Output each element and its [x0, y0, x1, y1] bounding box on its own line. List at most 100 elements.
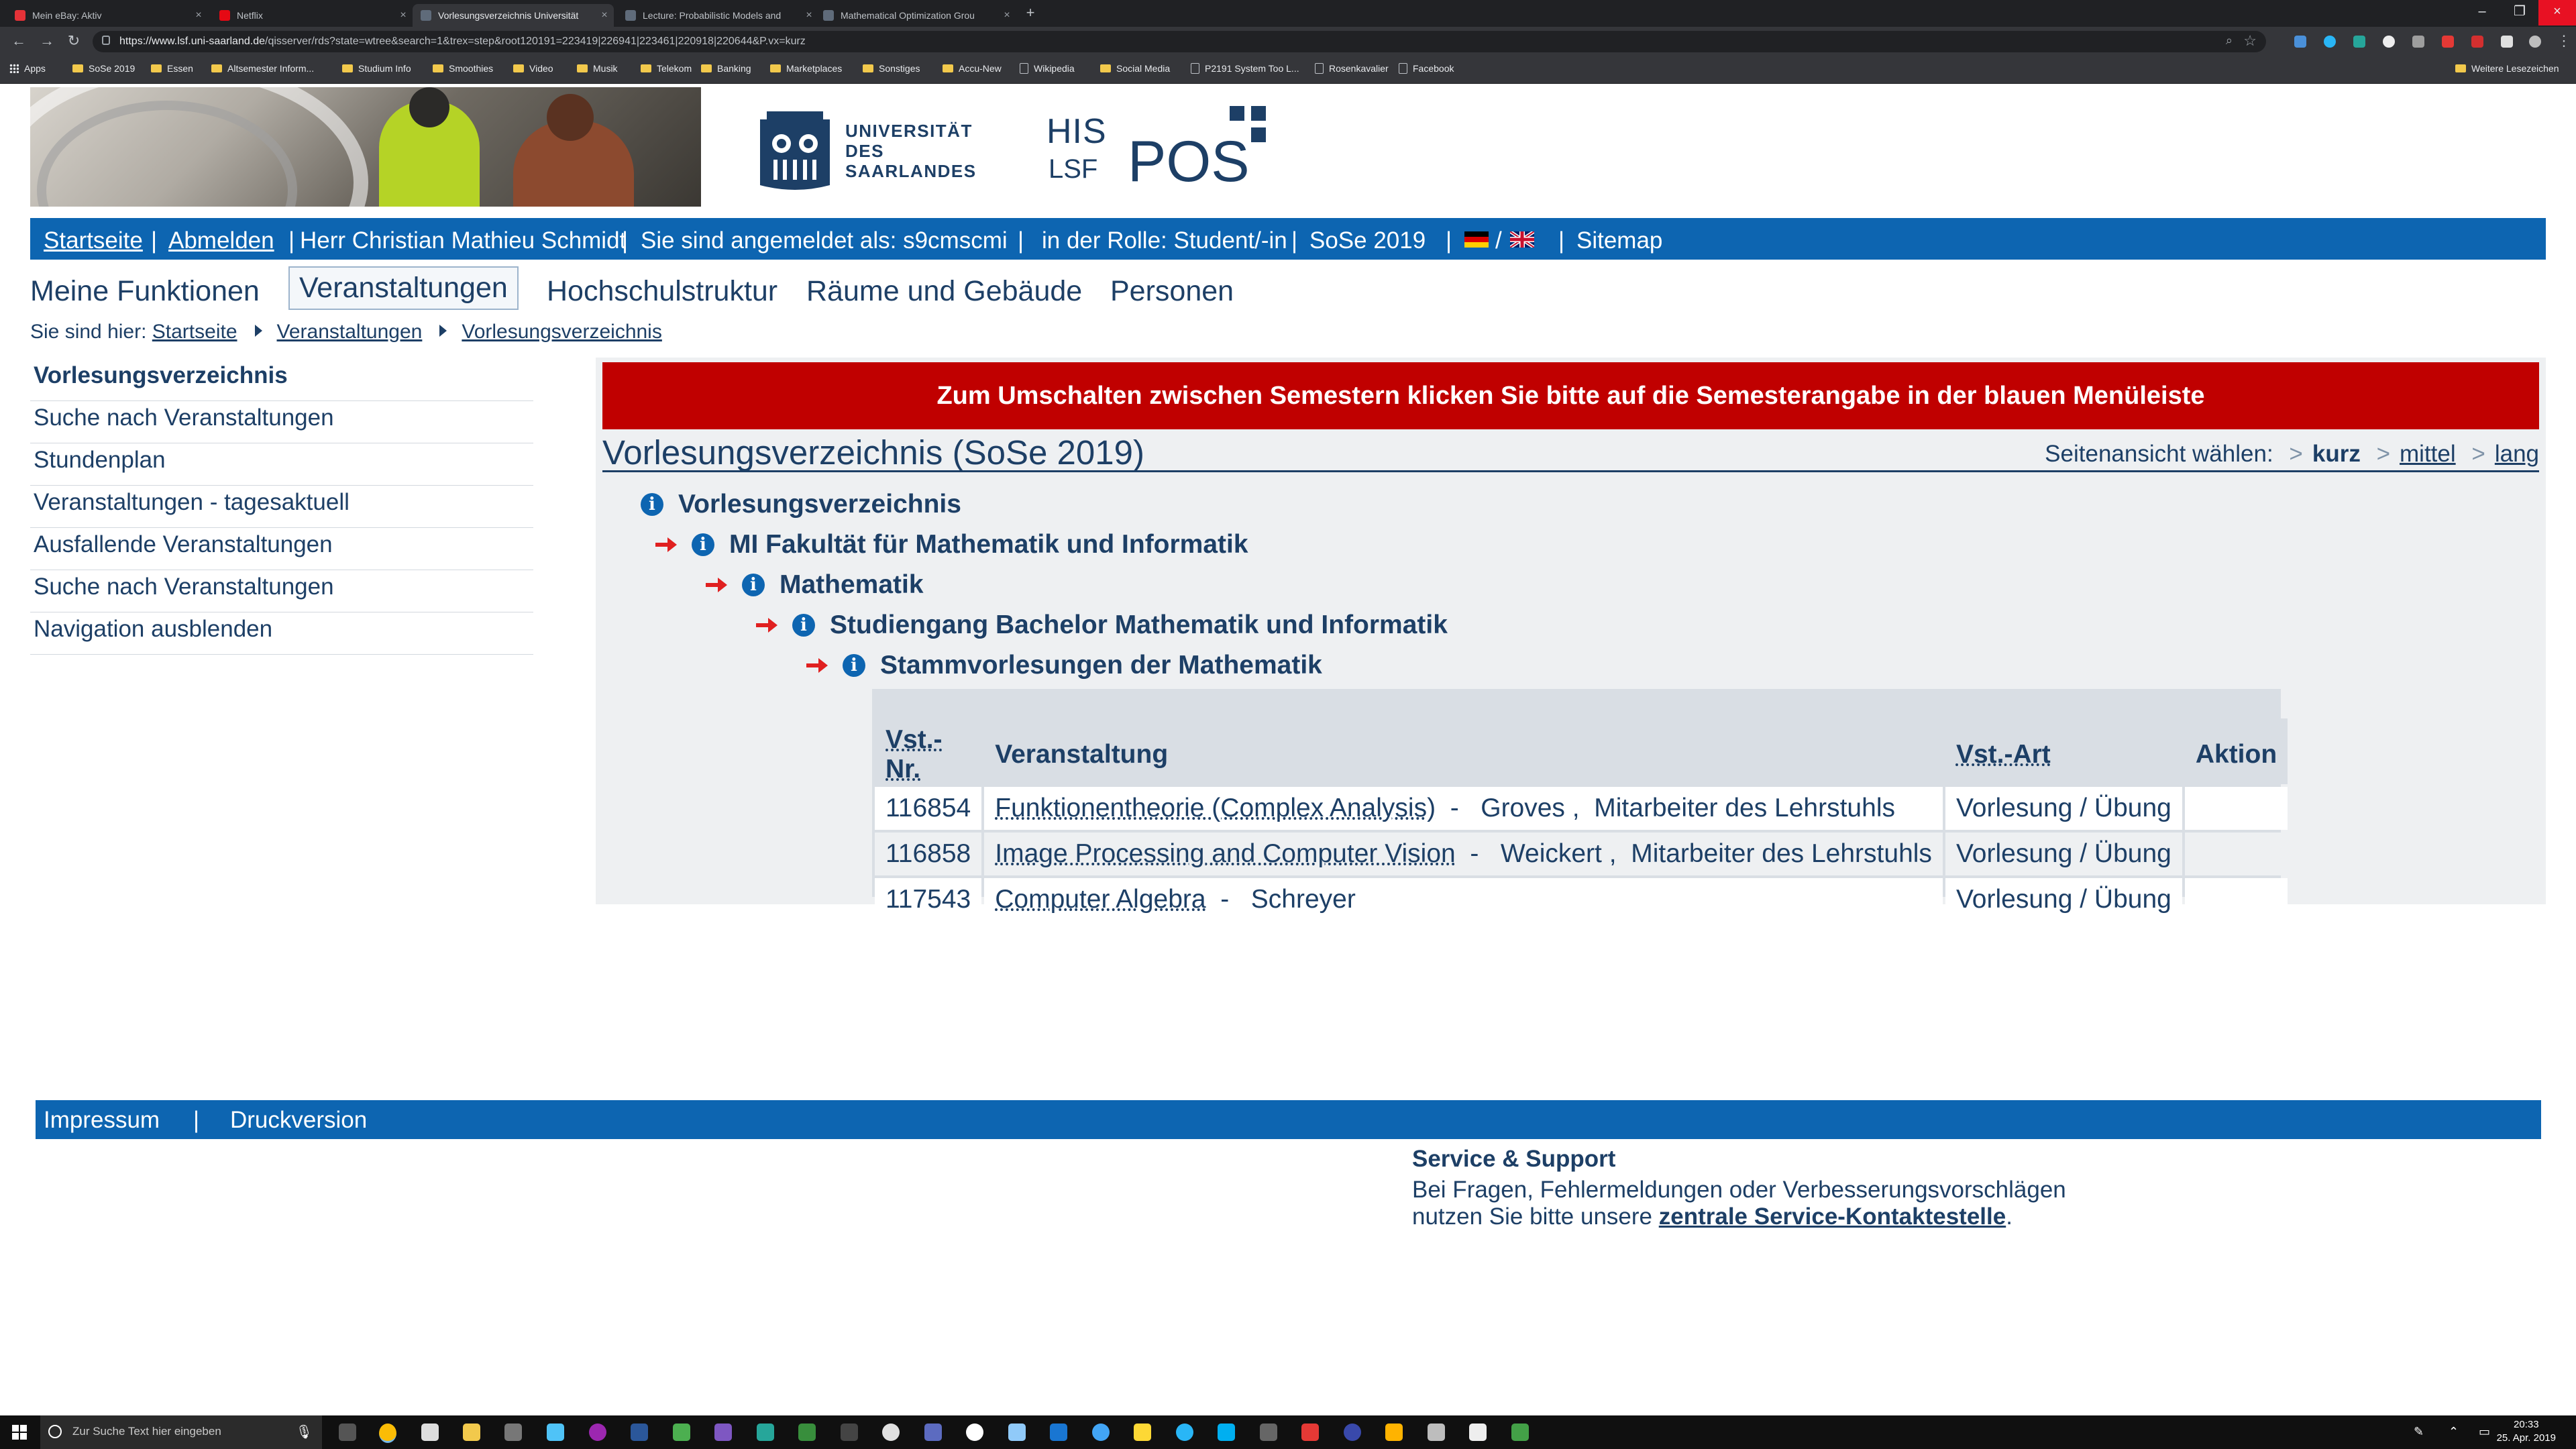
app-icon[interactable] [504, 1424, 522, 1441]
tree-node[interactable]: i Vorlesungsverzeichnis [641, 490, 961, 519]
sitemap-link[interactable]: Sitemap [1576, 227, 1662, 254]
tree-node-label[interactable]: Studiengang Bachelor Mathematik und Info… [830, 610, 1448, 640]
bookmark-folder[interactable]: Accu-New [943, 63, 1002, 74]
german-flag-icon[interactable] [1464, 231, 1489, 248]
browser-tab[interactable]: Lecture: Probabilistic Models and × [617, 4, 818, 27]
column-header[interactable]: Vst.-Art [1945, 718, 2182, 784]
impressum-link[interactable]: Impressum [44, 1107, 160, 1134]
startseite-link[interactable]: Startseite [44, 227, 143, 254]
close-window-icon[interactable]: × [2538, 0, 2576, 25]
app-icon[interactable] [798, 1424, 816, 1441]
bookmark-folder[interactable]: Banking [701, 63, 751, 74]
forward-arrow-icon[interactable]: → [36, 31, 58, 52]
bookmark-folder[interactable]: Video [513, 63, 553, 74]
address-bar[interactable]: https://www.lsf.uni-saarland.de/qisserve… [93, 31, 2266, 52]
uk-flag-icon[interactable] [1510, 231, 1534, 248]
calculator-icon[interactable] [1469, 1424, 1487, 1441]
column-header[interactable]: Vst.-Nr. [875, 718, 982, 784]
semester-switch-link[interactable]: SoSe 2019 [1309, 227, 1426, 254]
tab-close-icon[interactable]: × [595, 9, 614, 21]
taskbar-search-box[interactable]: Zur Suche Text hier eingeben 🎙 [40, 1415, 322, 1449]
column-header-label[interactable]: Vst.-Nr. [885, 725, 943, 784]
bookmark-folder[interactable]: Musik [577, 63, 618, 74]
sidebar-item-vorlesungsverzeichnis[interactable]: Vorlesungsverzeichnis [30, 359, 533, 401]
extension-icon[interactable] [2294, 36, 2306, 48]
new-tab-plus-icon[interactable]: + [1020, 4, 1041, 24]
tree-node-label[interactable]: Mathematik [780, 570, 924, 600]
breadcrumb-vorlesungsverzeichnis[interactable]: Vorlesungsverzeichnis [462, 321, 662, 343]
view-option-mittel[interactable]: mittel [2400, 441, 2456, 467]
skype-icon[interactable] [1218, 1424, 1235, 1441]
url-text[interactable]: https://www.lsf.uni-saarland.de/qisserve… [119, 36, 806, 48]
bookmark-apps[interactable]: Apps [9, 63, 46, 74]
menu-dots-icon[interactable]: ⋮ [2553, 31, 2575, 52]
tab-close-icon[interactable]: × [394, 9, 413, 21]
app-icon[interactable] [966, 1424, 983, 1441]
extension-icon[interactable] [2501, 36, 2513, 48]
app-icon[interactable] [1511, 1424, 1529, 1441]
profile-avatar-icon[interactable] [2529, 36, 2541, 48]
tab-close-icon[interactable]: × [189, 9, 208, 21]
service-contact-link[interactable]: zentrale Service-Kontaktestelle [1659, 1203, 2006, 1230]
breadcrumb-startseite[interactable]: Startseite [152, 321, 237, 343]
restore-window-icon[interactable]: ❐ [2501, 0, 2538, 25]
app-icon[interactable] [673, 1424, 690, 1441]
tree-node[interactable]: i Studiengang Bachelor Mathematik und In… [755, 610, 1448, 640]
course-title-link[interactable]: Computer Algebra [995, 885, 1205, 914]
bookmark-page[interactable]: Rosenkavalier [1315, 63, 1389, 74]
sidebar-item-suche[interactable]: Suche nach Veranstaltungen [30, 401, 533, 443]
column-header-label[interactable]: Vst.-Art [1956, 740, 2051, 769]
bookmark-page[interactable]: Wikipedia [1020, 63, 1075, 74]
onenote-icon[interactable] [714, 1424, 732, 1441]
abmelden-link[interactable]: Abmelden [168, 227, 274, 254]
bookmark-folder[interactable]: Essen [151, 63, 193, 74]
app-icon[interactable] [1428, 1424, 1445, 1441]
app-icon[interactable] [841, 1424, 858, 1441]
info-icon[interactable]: i [792, 614, 815, 637]
nav-raeume-und-gebaeude[interactable]: Räume und Gebäude [806, 275, 1082, 308]
app-icon[interactable] [1344, 1424, 1361, 1441]
browser-tab[interactable]: Mathematical Optimization Grou × [815, 4, 1016, 27]
zoom-magnifier-icon[interactable]: ⌕ [2226, 34, 2233, 48]
bookmark-folder[interactable]: Sonstiges [863, 63, 920, 74]
tree-node-label[interactable]: Stammvorlesungen der Mathematik [880, 651, 1322, 680]
bookmark-star-icon[interactable]: ☆ [2243, 32, 2257, 50]
tray-chevron-up-icon[interactable]: ⌃ [2449, 1425, 2459, 1439]
breadcrumb-veranstaltungen[interactable]: Veranstaltungen [277, 321, 423, 343]
tray-pen-icon[interactable]: ✎ [2414, 1425, 2424, 1439]
extension-icon[interactable] [2324, 36, 2336, 48]
bookmark-folder[interactable]: Telekom [641, 63, 692, 74]
app-icon[interactable] [1301, 1424, 1319, 1441]
bookmark-folder[interactable]: Marketplaces [770, 63, 842, 74]
sidebar-item-suche-2[interactable]: Suche nach Veranstaltungen [30, 570, 533, 612]
word-icon[interactable] [631, 1424, 648, 1441]
nav-personen[interactable]: Personen [1110, 275, 1234, 308]
taskbar-clock[interactable]: 20:33 25. Apr. 2019 [2497, 1418, 2556, 1445]
app-icon[interactable] [589, 1424, 606, 1441]
app-icon[interactable] [882, 1424, 900, 1441]
bookmark-folder[interactable]: Social Media [1100, 63, 1170, 74]
app-icon[interactable] [1134, 1424, 1151, 1441]
steam-icon[interactable] [1050, 1424, 1067, 1441]
app-icon[interactable] [757, 1424, 774, 1441]
info-icon[interactable]: i [742, 574, 765, 596]
chrome-icon[interactable] [379, 1424, 396, 1443]
extension-icon[interactable] [2471, 36, 2483, 48]
app-icon[interactable] [1092, 1424, 1110, 1441]
tray-network-icon[interactable]: ▭ [2479, 1425, 2490, 1439]
tree-node[interactable]: i Stammvorlesungen der Mathematik [805, 651, 1322, 680]
app-icon[interactable] [1260, 1424, 1277, 1441]
browser-tab[interactable]: Netflix × [211, 4, 413, 27]
bookmark-folder[interactable]: SoSe 2019 [72, 63, 135, 74]
bookmark-folder[interactable]: Smoothies [433, 63, 493, 74]
info-icon[interactable]: i [641, 493, 663, 516]
nav-meine-funktionen[interactable]: Meine Funktionen [30, 275, 260, 308]
minimize-window-icon[interactable]: – [2463, 0, 2501, 25]
extension-icon[interactable] [2383, 36, 2395, 48]
browser-tab-active[interactable]: Vorlesungsverzeichnis Universität × [413, 4, 614, 27]
sidebar-item-tagesaktuell[interactable]: Veranstaltungen - tagesaktuell [30, 486, 533, 528]
mail-icon[interactable] [421, 1424, 439, 1441]
back-arrow-icon[interactable]: ← [8, 31, 30, 52]
view-option-lang[interactable]: lang [2495, 441, 2539, 467]
druckversion-link[interactable]: Druckversion [230, 1107, 367, 1134]
